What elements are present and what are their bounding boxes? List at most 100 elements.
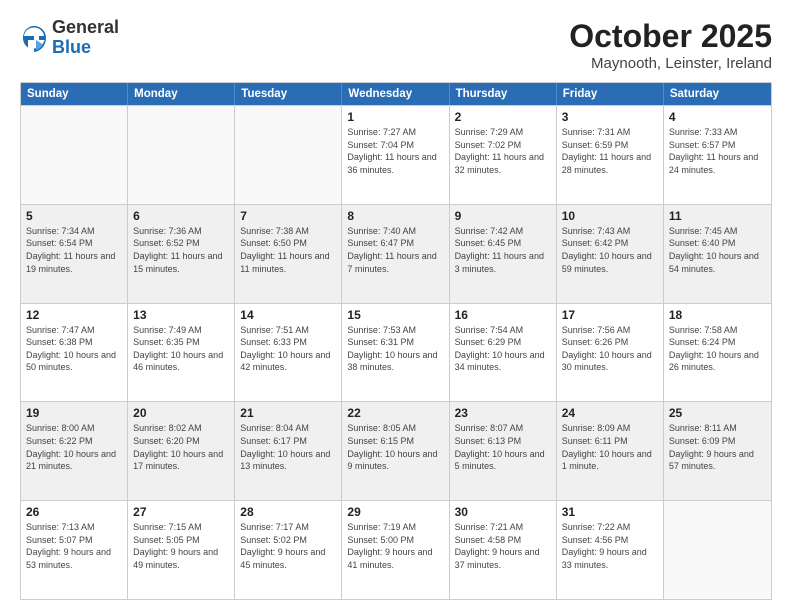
header-day-friday: Friday — [557, 83, 664, 105]
day-cell-2: 2 Sunrise: 7:29 AM Sunset: 7:02 PM Daylig… — [450, 106, 557, 204]
day-cell-14: 14 Sunrise: 7:51 AM Sunset: 6:33 PM Dayli… — [235, 304, 342, 402]
day-cell-27: 27 Sunrise: 7:15 AM Sunset: 5:05 PM Dayli… — [128, 501, 235, 599]
subtitle: Maynooth, Leinster, Ireland — [569, 55, 772, 72]
day-cell-18: 18 Sunrise: 7:58 AM Sunset: 6:24 PM Dayli… — [664, 304, 771, 402]
day-cell-31: 31Sunrise: 7:22 AM Sunset: 4:56 PM Dayli… — [557, 501, 664, 599]
day-cell-30: 30 Sunrise: 7:21 AM Sunset: 4:58 PM Dayli… — [450, 501, 557, 599]
day-number: 27 — [133, 505, 229, 519]
day-info: Sunrise: 7:13 AM Sunset: 5:07 PM Dayligh… — [26, 521, 122, 571]
day-number: 11 — [669, 209, 766, 223]
day-cell-19: 19 Sunrise: 8:00 AM Sunset: 6:22 PM Dayli… — [21, 402, 128, 500]
day-info: Sunrise: 7:22 AM Sunset: 4:56 PM Dayligh… — [562, 521, 658, 571]
empty-cell-w4c6 — [664, 501, 771, 599]
day-info: Sunrise: 8:05 AM Sunset: 6:15 PM Dayligh… — [347, 422, 443, 472]
day-cell-15: 15Sunrise: 7:53 AM Sunset: 6:31 PM Dayli… — [342, 304, 449, 402]
day-cell-22: 22Sunrise: 8:05 AM Sunset: 6:15 PM Dayli… — [342, 402, 449, 500]
day-number: 2 — [455, 110, 551, 124]
day-number: 4 — [669, 110, 766, 124]
day-info: Sunrise: 7:31 AM Sunset: 6:59 PM Dayligh… — [562, 126, 658, 176]
empty-cell-w0c2 — [235, 106, 342, 204]
header-day-monday: Monday — [128, 83, 235, 105]
day-info: Sunrise: 7:43 AM Sunset: 6:42 PM Dayligh… — [562, 225, 658, 275]
day-number: 26 — [26, 505, 122, 519]
header: General Blue October 2025 Maynooth, Lein… — [20, 18, 772, 72]
logo-icon — [20, 24, 48, 52]
day-info: Sunrise: 7:53 AM Sunset: 6:31 PM Dayligh… — [347, 324, 443, 374]
calendar-body: 1 Sunrise: 7:27 AM Sunset: 7:04 PM Daylig… — [21, 105, 771, 599]
day-cell-10: 10 Sunrise: 7:43 AM Sunset: 6:42 PM Dayli… — [557, 205, 664, 303]
day-cell-29: 29 Sunrise: 7:19 AM Sunset: 5:00 PM Dayli… — [342, 501, 449, 599]
header-day-thursday: Thursday — [450, 83, 557, 105]
day-number: 25 — [669, 406, 766, 420]
day-number: 18 — [669, 308, 766, 322]
week-row-3: 12 Sunrise: 7:47 AM Sunset: 6:38 PM Dayli… — [21, 303, 771, 402]
day-cell-7: 7 Sunrise: 7:38 AM Sunset: 6:50 PM Daylig… — [235, 205, 342, 303]
day-info: Sunrise: 7:49 AM Sunset: 6:35 PM Dayligh… — [133, 324, 229, 374]
day-info: Sunrise: 8:02 AM Sunset: 6:20 PM Dayligh… — [133, 422, 229, 472]
day-number: 10 — [562, 209, 658, 223]
day-number: 12 — [26, 308, 122, 322]
day-number: 24 — [562, 406, 658, 420]
day-cell-28: 28Sunrise: 7:17 AM Sunset: 5:02 PM Dayli… — [235, 501, 342, 599]
day-number: 30 — [455, 505, 551, 519]
day-cell-1: 1 Sunrise: 7:27 AM Sunset: 7:04 PM Daylig… — [342, 106, 449, 204]
day-cell-13: 13Sunrise: 7:49 AM Sunset: 6:35 PM Dayli… — [128, 304, 235, 402]
day-number: 14 — [240, 308, 336, 322]
day-info: Sunrise: 8:00 AM Sunset: 6:22 PM Dayligh… — [26, 422, 122, 472]
day-number: 1 — [347, 110, 443, 124]
day-number: 6 — [133, 209, 229, 223]
day-info: Sunrise: 7:17 AM Sunset: 5:02 PM Dayligh… — [240, 521, 336, 571]
header-day-sunday: Sunday — [21, 83, 128, 105]
week-row-1: 1 Sunrise: 7:27 AM Sunset: 7:04 PM Daylig… — [21, 105, 771, 204]
day-info: Sunrise: 7:47 AM Sunset: 6:38 PM Dayligh… — [26, 324, 122, 374]
day-number: 23 — [455, 406, 551, 420]
day-info: Sunrise: 8:04 AM Sunset: 6:17 PM Dayligh… — [240, 422, 336, 472]
day-info: Sunrise: 7:51 AM Sunset: 6:33 PM Dayligh… — [240, 324, 336, 374]
day-cell-20: 20 Sunrise: 8:02 AM Sunset: 6:20 PM Dayli… — [128, 402, 235, 500]
day-cell-11: 11Sunrise: 7:45 AM Sunset: 6:40 PM Dayli… — [664, 205, 771, 303]
day-number: 5 — [26, 209, 122, 223]
logo-general: General — [52, 17, 119, 37]
day-cell-6: 6 Sunrise: 7:36 AM Sunset: 6:52 PM Daylig… — [128, 205, 235, 303]
logo-blue: Blue — [52, 37, 91, 57]
day-info: Sunrise: 7:58 AM Sunset: 6:24 PM Dayligh… — [669, 324, 766, 374]
day-info: Sunrise: 8:09 AM Sunset: 6:11 PM Dayligh… — [562, 422, 658, 472]
day-info: Sunrise: 7:38 AM Sunset: 6:50 PM Dayligh… — [240, 225, 336, 275]
day-cell-16: 16 Sunrise: 7:54 AM Sunset: 6:29 PM Dayli… — [450, 304, 557, 402]
logo-text: General Blue — [52, 18, 119, 58]
day-cell-5: 5 Sunrise: 7:34 AM Sunset: 6:54 PM Daylig… — [21, 205, 128, 303]
day-info: Sunrise: 7:36 AM Sunset: 6:52 PM Dayligh… — [133, 225, 229, 275]
day-info: Sunrise: 7:19 AM Sunset: 5:00 PM Dayligh… — [347, 521, 443, 571]
day-cell-8: 8Sunrise: 7:40 AM Sunset: 6:47 PM Daylig… — [342, 205, 449, 303]
page: General Blue October 2025 Maynooth, Lein… — [0, 0, 792, 612]
calendar: SundayMondayTuesdayWednesdayThursdayFrid… — [20, 82, 772, 600]
logo: General Blue — [20, 18, 119, 58]
day-number: 29 — [347, 505, 443, 519]
day-number: 9 — [455, 209, 551, 223]
day-number: 16 — [455, 308, 551, 322]
day-cell-26: 26 Sunrise: 7:13 AM Sunset: 5:07 PM Dayli… — [21, 501, 128, 599]
day-info: Sunrise: 7:34 AM Sunset: 6:54 PM Dayligh… — [26, 225, 122, 275]
day-cell-24: 24 Sunrise: 8:09 AM Sunset: 6:11 PM Dayli… — [557, 402, 664, 500]
day-number: 20 — [133, 406, 229, 420]
calendar-header: SundayMondayTuesdayWednesdayThursdayFrid… — [21, 83, 771, 105]
day-number: 19 — [26, 406, 122, 420]
day-cell-17: 17Sunrise: 7:56 AM Sunset: 6:26 PM Dayli… — [557, 304, 664, 402]
day-info: Sunrise: 7:27 AM Sunset: 7:04 PM Dayligh… — [347, 126, 443, 176]
day-info: Sunrise: 7:54 AM Sunset: 6:29 PM Dayligh… — [455, 324, 551, 374]
month-title: October 2025 — [569, 18, 772, 55]
day-cell-25: 25Sunrise: 8:11 AM Sunset: 6:09 PM Dayli… — [664, 402, 771, 500]
day-info: Sunrise: 7:42 AM Sunset: 6:45 PM Dayligh… — [455, 225, 551, 275]
header-day-wednesday: Wednesday — [342, 83, 449, 105]
day-info: Sunrise: 7:29 AM Sunset: 7:02 PM Dayligh… — [455, 126, 551, 176]
day-cell-12: 12 Sunrise: 7:47 AM Sunset: 6:38 PM Dayli… — [21, 304, 128, 402]
day-cell-23: 23Sunrise: 8:07 AM Sunset: 6:13 PM Dayli… — [450, 402, 557, 500]
day-cell-21: 21Sunrise: 8:04 AM Sunset: 6:17 PM Dayli… — [235, 402, 342, 500]
empty-cell-w0c1 — [128, 106, 235, 204]
day-info: Sunrise: 7:15 AM Sunset: 5:05 PM Dayligh… — [133, 521, 229, 571]
day-number: 7 — [240, 209, 336, 223]
day-info: Sunrise: 7:56 AM Sunset: 6:26 PM Dayligh… — [562, 324, 658, 374]
day-info: Sunrise: 7:40 AM Sunset: 6:47 PM Dayligh… — [347, 225, 443, 275]
title-block: October 2025 Maynooth, Leinster, Ireland — [569, 18, 772, 72]
day-info: Sunrise: 7:21 AM Sunset: 4:58 PM Dayligh… — [455, 521, 551, 571]
